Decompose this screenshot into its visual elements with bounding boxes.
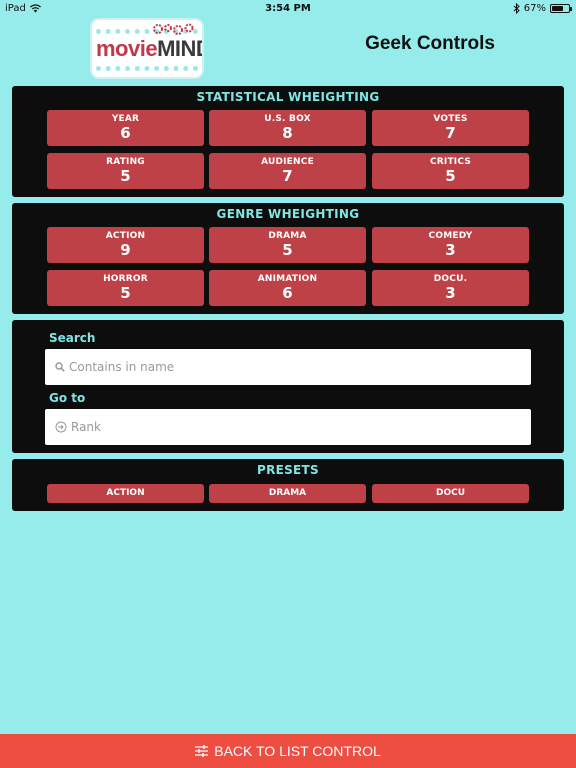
search-field[interactable] (45, 349, 531, 385)
tile-value: 9 (120, 241, 131, 259)
back-to-list-control-label: BACK TO LIST CONTROL (214, 743, 381, 759)
back-to-list-control-button[interactable]: BACK TO LIST CONTROL (0, 734, 576, 768)
tile-value: 3 (445, 284, 456, 302)
statistical-weighting-title: STATISTICAL WHEIGHTING (196, 90, 380, 104)
tile-votes[interactable]: VOTES 7 (372, 110, 529, 146)
goto-label: Go to (49, 391, 86, 405)
search-icon (55, 362, 65, 372)
preset-docu-button[interactable]: DOCU (372, 484, 529, 503)
tile-value: 5 (120, 284, 131, 302)
genre-weighting-panel: GENRE WHEIGHTING ACTION 9 DRAMA 5 COMEDY… (12, 203, 564, 314)
tile-label: DOCU. (433, 274, 468, 284)
search-panel: Search Go to (12, 320, 564, 453)
tile-value: 6 (282, 284, 293, 302)
tile-value: 7 (445, 124, 456, 142)
logo-movie: movie (96, 36, 158, 61)
tile-comedy[interactable]: COMEDY 3 (372, 227, 529, 263)
tile-label: VOTES (433, 114, 468, 124)
tile-label: DRAMA (268, 231, 307, 241)
statistical-weighting-panel: STATISTICAL WHEIGHTING YEAR 6 U.S. BOX 8… (12, 86, 564, 197)
status-time: 3:54 PM (265, 3, 311, 14)
bluetooth-icon (513, 3, 520, 14)
tile-critics[interactable]: CRITICS 5 (372, 153, 529, 189)
tile-year[interactable]: YEAR 6 (47, 110, 204, 146)
tile-label: ACTION (105, 231, 146, 241)
tile-value: 8 (282, 124, 293, 142)
tile-docu[interactable]: DOCU. 3 (372, 270, 529, 306)
search-input[interactable] (69, 360, 509, 374)
tile-action[interactable]: ACTION 9 (47, 227, 204, 263)
tile-label: RATING (106, 157, 145, 167)
presets-title: PRESETS (256, 463, 319, 477)
tile-value: 5 (282, 241, 293, 259)
tile-label: U.S. BOX (264, 114, 311, 124)
genre-weighting-title: GENRE WHEIGHTING (216, 207, 360, 221)
search-label: Search (49, 331, 96, 345)
tile-us-box[interactable]: U.S. BOX 8 (209, 110, 366, 146)
tile-audience[interactable]: AUDIENCE 7 (209, 153, 366, 189)
tile-label: ANIMATION (257, 274, 318, 284)
goto-field[interactable] (45, 409, 531, 445)
tile-value: 3 (445, 241, 456, 259)
tile-label: CRITICS (429, 157, 472, 167)
presets-panel: PRESETS ACTION DRAMA DOCU (12, 459, 564, 511)
sliders-icon (195, 745, 209, 757)
battery-icon (550, 4, 572, 13)
tile-label: COMEDY (428, 231, 473, 241)
tile-value: 5 (445, 167, 456, 185)
status-bar: iPad 3:54 PM 67% (0, 0, 576, 18)
status-right: 67% (513, 3, 572, 14)
tile-drama[interactable]: DRAMA 5 (209, 227, 366, 263)
tile-horror[interactable]: HORROR 5 (47, 270, 204, 306)
battery-fill (552, 6, 563, 11)
logo-text: movieMIND (96, 36, 202, 62)
tile-label: YEAR (111, 114, 140, 124)
tile-animation[interactable]: ANIMATION 6 (209, 270, 366, 306)
goto-arrow-icon (55, 421, 67, 433)
moviemind-logo: movieMIND (92, 20, 202, 77)
logo-mind: MIND (157, 36, 202, 61)
page-title: Geek Controls (365, 33, 495, 54)
battery-percent: 67% (523, 3, 546, 14)
gears-icon (153, 23, 194, 35)
tile-label: AUDIENCE (261, 157, 314, 167)
tile-value: 5 (120, 167, 131, 185)
tile-value: 7 (282, 167, 293, 185)
preset-drama-button[interactable]: DRAMA (209, 484, 366, 503)
preset-action-button[interactable]: ACTION (47, 484, 204, 503)
goto-rank-input[interactable] (71, 420, 511, 434)
tile-value: 6 (120, 124, 131, 142)
tile-label: HORROR (103, 274, 148, 284)
tile-rating[interactable]: RATING 5 (47, 153, 204, 189)
